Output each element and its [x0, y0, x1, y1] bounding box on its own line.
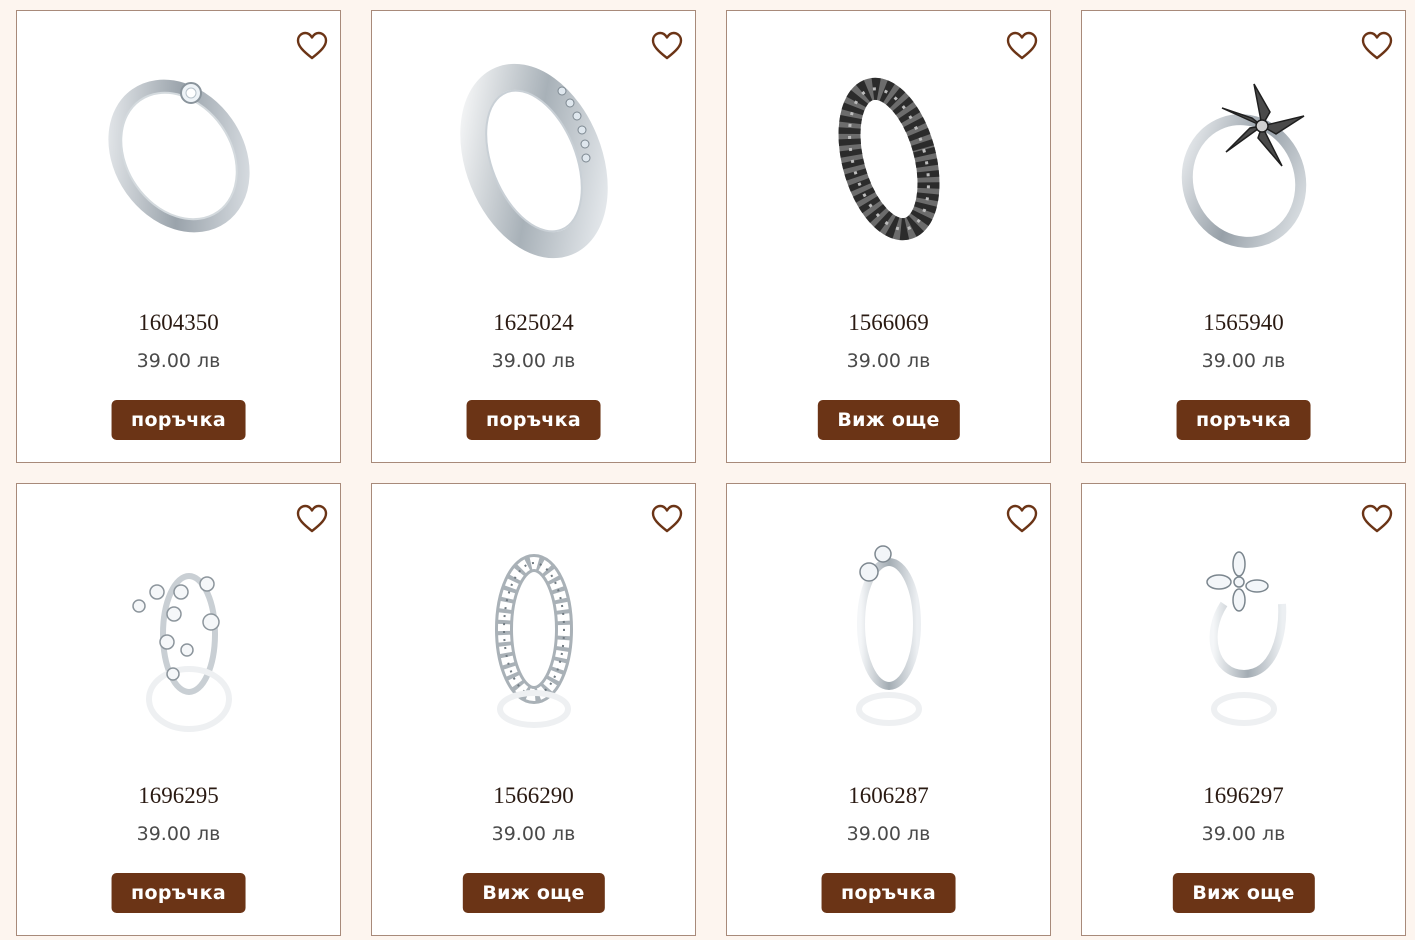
ring-cross-crystal-illustration: [132, 573, 232, 732]
product-code[interactable]: 1606287: [727, 783, 1050, 809]
product-code[interactable]: 1566069: [727, 310, 1050, 336]
product-price: 39.00 лв: [1201, 823, 1286, 845]
product-price: 39.00 лв: [136, 823, 221, 845]
ring-channel-band-illustration: [460, 63, 608, 259]
product-grid: 1604350 39.00 лв поръчка 1625024 39.00 л…: [16, 10, 1406, 936]
heart-outline-icon[interactable]: [1006, 31, 1038, 61]
product-price: 39.00 лв: [1201, 350, 1286, 372]
product-price: 39.00 лв: [846, 823, 931, 845]
product-price: 39.00 лв: [491, 823, 576, 845]
ring-flower-illustration: [1181, 83, 1307, 248]
order-button[interactable]: поръчка: [111, 400, 246, 440]
product-code[interactable]: 1696295: [17, 783, 340, 809]
product-image[interactable]: [1144, 51, 1344, 271]
view-more-button[interactable]: Виж още: [1172, 873, 1315, 913]
product-card[interactable]: 1696297 39.00 лв Виж още: [1081, 483, 1406, 936]
ring-filigree-illustration: [495, 554, 573, 728]
order-button[interactable]: поръчка: [821, 873, 956, 913]
product-image[interactable]: [789, 524, 989, 744]
product-image[interactable]: [434, 524, 634, 744]
product-price: 39.00 лв: [136, 350, 221, 372]
heart-outline-icon[interactable]: [296, 504, 328, 534]
product-price: 39.00 лв: [491, 350, 576, 372]
order-button[interactable]: поръчка: [111, 873, 246, 913]
product-image[interactable]: [434, 51, 634, 271]
heart-outline-icon[interactable]: [651, 31, 683, 61]
ring-oxidized-band-illustration: [838, 77, 940, 241]
heart-outline-icon[interactable]: [1361, 31, 1393, 61]
ring-solitaire-illustration: [108, 79, 250, 233]
product-code[interactable]: 1566290: [372, 783, 695, 809]
product-image[interactable]: [789, 51, 989, 271]
order-button[interactable]: поръчка: [466, 400, 601, 440]
product-card[interactable]: 1566290 39.00 лв Виж още: [371, 483, 696, 936]
product-code[interactable]: 1625024: [372, 310, 695, 336]
heart-outline-icon[interactable]: [1006, 504, 1038, 534]
order-button[interactable]: поръчка: [1176, 400, 1311, 440]
product-image[interactable]: [1144, 524, 1344, 744]
product-card[interactable]: 1604350 39.00 лв поръчка: [16, 10, 341, 463]
product-card[interactable]: 1696295 39.00 лв поръчка: [16, 483, 341, 936]
view-more-button[interactable]: Виж още: [462, 873, 605, 913]
product-card[interactable]: 1566069 39.00 лв Виж още: [726, 10, 1051, 463]
ring-flower-open-illustration: [1206, 551, 1287, 726]
product-image[interactable]: [79, 51, 279, 271]
product-code[interactable]: 1565940: [1082, 310, 1405, 336]
ring-double-stone-illustration: [856, 545, 922, 726]
heart-outline-icon[interactable]: [296, 31, 328, 61]
product-price: 39.00 лв: [846, 350, 931, 372]
product-card[interactable]: 1606287 39.00 лв поръчка: [726, 483, 1051, 936]
product-code[interactable]: 1604350: [17, 310, 340, 336]
product-card[interactable]: 1565940 39.00 лв поръчка: [1081, 10, 1406, 463]
heart-outline-icon[interactable]: [1361, 504, 1393, 534]
heart-outline-icon[interactable]: [651, 504, 683, 534]
view-more-button[interactable]: Виж още: [817, 400, 960, 440]
product-image[interactable]: [79, 524, 279, 744]
product-code[interactable]: 1696297: [1082, 783, 1405, 809]
product-card[interactable]: 1625024 39.00 лв поръчка: [371, 10, 696, 463]
